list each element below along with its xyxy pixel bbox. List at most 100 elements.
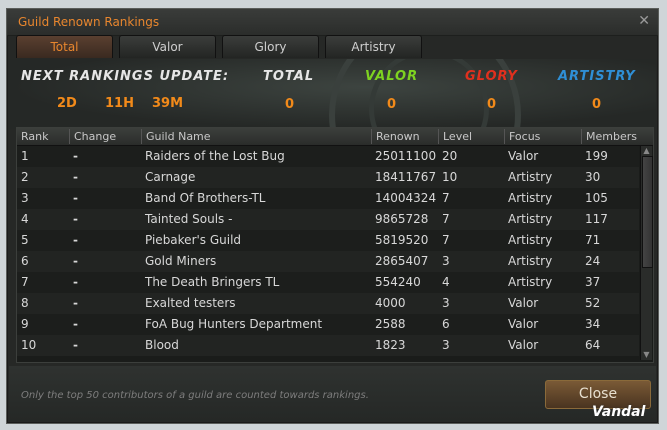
guild-renown-window: Guild Renown Rankings ✕ Total Valor Glor…: [6, 8, 659, 424]
cell-focus: Valor: [508, 149, 539, 163]
valor-header: VALOR: [365, 69, 419, 84]
glory-value: 0: [487, 97, 497, 112]
cell-guild-name: Blood: [145, 338, 179, 352]
column-header-rank[interactable]: Rank: [17, 129, 66, 144]
cell-change: -: [73, 149, 78, 163]
cell-change: -: [73, 254, 78, 268]
table-body: 1 - Raiders of the Lost Bug 25011100 20 Valor…: [17, 146, 639, 360]
scroll-thumb[interactable]: [642, 156, 653, 268]
rankings-table: Rank Change Guild Name Renown Level Focu…: [16, 127, 654, 363]
cell-guild-name: Band Of Brothers-TL: [145, 191, 266, 205]
table-row[interactable]: 7 - The Death Bringers TL 554240 4 Artistry 37: [17, 272, 639, 293]
cell-renown: 554240: [375, 275, 421, 289]
column-header-renown[interactable]: Renown: [371, 129, 436, 144]
cell-level: 10: [442, 170, 458, 184]
cell-change: -: [73, 212, 78, 226]
cell-rank: 9: [21, 317, 29, 331]
cell-change: -: [73, 317, 78, 331]
cell-guild-name: Gold Miners: [145, 254, 217, 268]
cell-rank: 2: [21, 170, 29, 184]
cell-level: 7: [442, 233, 450, 247]
cell-members: 71: [585, 233, 601, 247]
cell-guild-name: Tainted Souls -: [145, 212, 233, 226]
cell-level: 4: [442, 275, 450, 289]
close-icon[interactable]: ✕: [638, 13, 650, 29]
column-header-level[interactable]: Level: [438, 129, 503, 144]
total-header: TOTAL: [263, 69, 315, 84]
column-header-change[interactable]: Change: [69, 129, 140, 144]
scroll-up-icon[interactable]: ▲: [641, 146, 652, 156]
table-row[interactable]: 4 - Tainted Souls - 9865728 7 Artistry 117: [17, 209, 639, 230]
table-row[interactable]: 1 - Raiders of the Lost Bug 25011100 20 Valor…: [17, 146, 639, 167]
cell-guild-name: FoA Bug Hunters Department: [145, 317, 323, 331]
cell-members: 37: [585, 275, 601, 289]
cell-focus: Valor: [508, 317, 539, 331]
tab-label: Total: [50, 40, 79, 54]
cell-guild-name: Exalted testers: [145, 296, 236, 310]
table-row[interactable]: 2 - Carnage 18411767 10 Artistry 30: [17, 167, 639, 188]
cell-members: 117: [585, 212, 608, 226]
cell-focus: Artistry: [508, 233, 553, 247]
cell-focus: Valor: [508, 338, 539, 352]
cell-level: 3: [442, 296, 450, 310]
rankings-note: Only the top 50 contributors of a guild …: [21, 390, 369, 401]
cell-renown: 5819520: [375, 233, 429, 247]
cell-level: 6: [442, 317, 450, 331]
tab-artistry[interactable]: Artistry: [325, 35, 422, 58]
tab-valor[interactable]: Valor: [119, 35, 216, 58]
timer-hours: 11H: [105, 96, 134, 111]
tab-label: Valor: [152, 40, 183, 54]
cell-guild-name: Carnage: [145, 170, 196, 184]
cell-rank: 10: [21, 338, 37, 352]
cell-renown: 14004324: [375, 191, 437, 205]
valor-value: 0: [387, 97, 397, 112]
scroll-down-icon[interactable]: ▼: [641, 350, 652, 360]
artistry-value: 0: [592, 97, 602, 112]
cell-focus: Artistry: [508, 212, 553, 226]
glory-header: GLORY: [465, 69, 518, 84]
cell-change: -: [73, 191, 78, 205]
cell-renown: 25011100: [375, 149, 437, 163]
column-header-guild-name[interactable]: Guild Name: [141, 129, 370, 144]
window-title: Guild Renown Rankings: [18, 15, 160, 29]
artistry-header: ARTISTRY: [558, 69, 636, 84]
cell-rank: 7: [21, 275, 29, 289]
cell-renown: 2588: [375, 317, 406, 331]
cell-change: -: [73, 338, 78, 352]
table-row[interactable]: 3 - Band Of Brothers-TL 14004324 7 Artistry 10…: [17, 188, 639, 209]
cell-guild-name: Piebaker's Guild: [145, 233, 242, 247]
cell-guild-name: The Death Bringers TL: [145, 275, 280, 289]
cell-level: 3: [442, 338, 450, 352]
column-header-members[interactable]: Members: [581, 129, 652, 144]
column-header-focus[interactable]: Focus: [504, 129, 579, 144]
cell-focus: Valor: [508, 296, 539, 310]
tab-glory[interactable]: Glory: [222, 35, 319, 58]
table-row[interactable]: 8 - Exalted testers 4000 3 Valor 52: [17, 293, 639, 314]
update-label: NEXT RANKINGS UPDATE:: [21, 69, 230, 84]
cell-rank: 4: [21, 212, 29, 226]
cell-focus: Artistry: [508, 191, 553, 205]
cell-rank: 1: [21, 149, 29, 163]
cell-members: 199: [585, 149, 608, 163]
cell-members: 64: [585, 338, 601, 352]
timer-days: 2D: [57, 96, 77, 111]
tab-label: Glory: [254, 40, 287, 54]
cell-level: 7: [442, 191, 450, 205]
cell-renown: 9865728: [375, 212, 429, 226]
table-row[interactable]: 5 - Piebaker's Guild 5819520 7 Artistry 71: [17, 230, 639, 251]
table-row[interactable]: 10 - Blood 1823 3 Valor 64: [17, 335, 639, 356]
tab-total[interactable]: Total: [16, 35, 113, 58]
cell-rank: 6: [21, 254, 29, 268]
cell-level: 20: [442, 149, 458, 163]
scrollbar[interactable]: ▲ ▼: [640, 146, 653, 360]
timer-minutes: 39M: [152, 96, 184, 111]
cell-rank: 8: [21, 296, 29, 310]
table-row[interactable]: 9 - FoA Bug Hunters Department 2588 6 Valor 34: [17, 314, 639, 335]
rankings-summary: NEXT RANKINGS UPDATE: 2D 11H 39M TOTAL 0…: [9, 59, 656, 129]
cell-members: 30: [585, 170, 601, 184]
cell-renown: 1823: [375, 338, 406, 352]
table-row[interactable]: 6 - Gold Miners 2865407 3 Artistry 24: [17, 251, 639, 272]
cell-renown: 4000: [375, 296, 406, 310]
title-bar[interactable]: Guild Renown Rankings ✕: [7, 9, 658, 36]
cell-rank: 5: [21, 233, 29, 247]
